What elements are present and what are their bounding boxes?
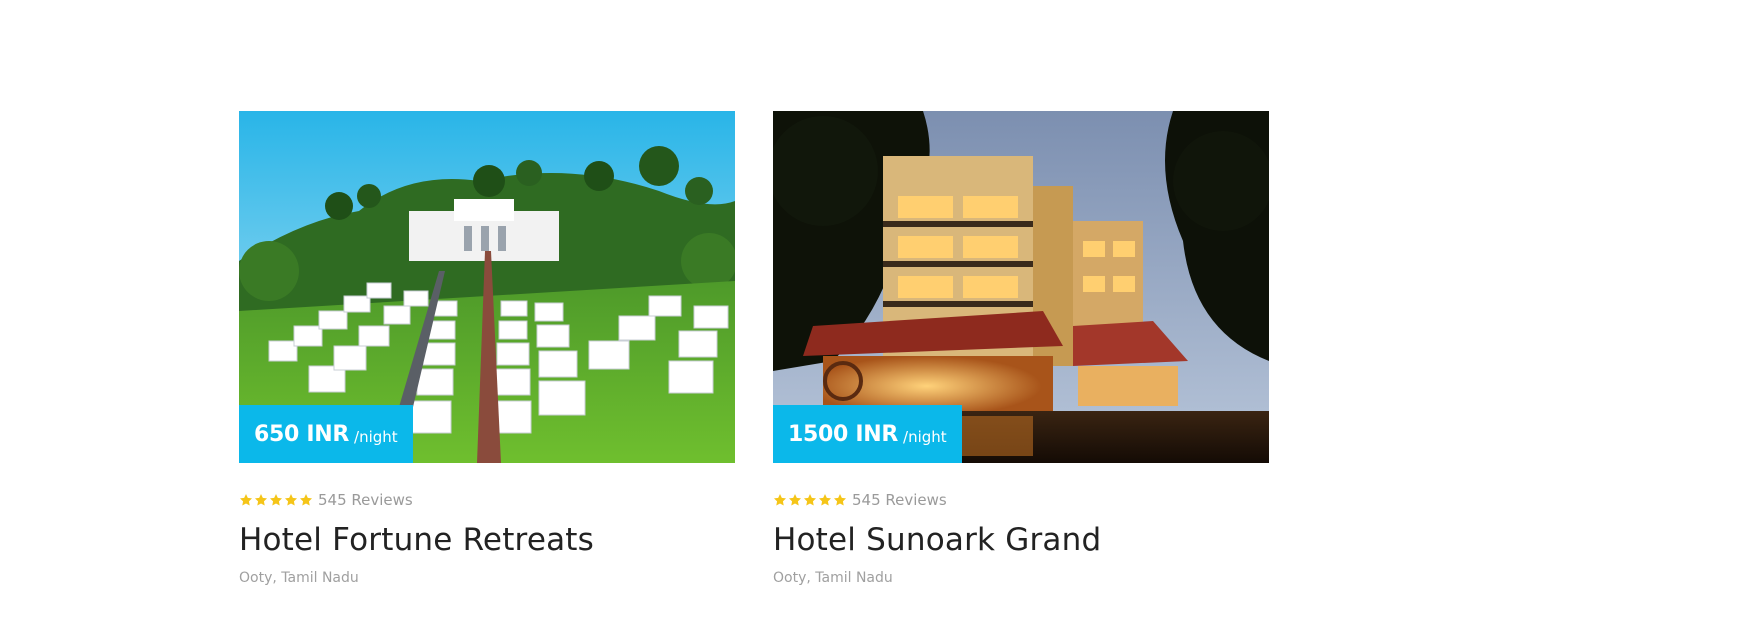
star-icon <box>269 494 283 506</box>
star-icon <box>284 494 298 506</box>
hotel-card[interactable]: 650 INR /night 545 Reviews Hotel Fortune… <box>239 111 735 586</box>
page: 650 INR /night 545 Reviews Hotel Fortune… <box>0 0 1755 624</box>
rating-row: 545 Reviews <box>773 491 1269 509</box>
price-unit: /night <box>354 427 398 446</box>
hotel-card-list: 650 INR /night 545 Reviews Hotel Fortune… <box>239 111 1269 586</box>
price-amount: 1500 INR <box>788 421 899 447</box>
star-rating <box>773 493 847 507</box>
star-rating <box>239 493 313 507</box>
star-icon <box>803 494 817 506</box>
hotel-name[interactable]: Hotel Sunoark Grand <box>773 522 1269 558</box>
star-icon <box>239 494 253 506</box>
hotel-name[interactable]: Hotel Fortune Retreats <box>239 522 735 558</box>
reviews-count[interactable]: 545 Reviews <box>852 491 947 509</box>
hotel-photo[interactable]: 1500 INR /night <box>773 111 1269 463</box>
star-icon <box>833 494 847 506</box>
reviews-count[interactable]: 545 Reviews <box>318 491 413 509</box>
star-icon <box>788 494 802 506</box>
hotel-location: Ooty, Tamil Nadu <box>239 570 359 586</box>
star-icon <box>818 494 832 506</box>
star-icon <box>254 494 268 506</box>
hotel-location: Ooty, Tamil Nadu <box>773 570 893 586</box>
price-tag: 650 INR /night <box>239 405 413 463</box>
star-icon <box>773 494 787 506</box>
rating-row: 545 Reviews <box>239 491 735 509</box>
price-amount: 650 INR <box>254 421 350 447</box>
star-icon <box>299 494 313 506</box>
hotel-card[interactable]: 1500 INR /night 545 Reviews Hotel Sunoar… <box>773 111 1269 586</box>
hotel-photo[interactable]: 650 INR /night <box>239 111 735 463</box>
price-tag: 1500 INR /night <box>773 405 962 463</box>
price-unit: /night <box>903 427 947 446</box>
